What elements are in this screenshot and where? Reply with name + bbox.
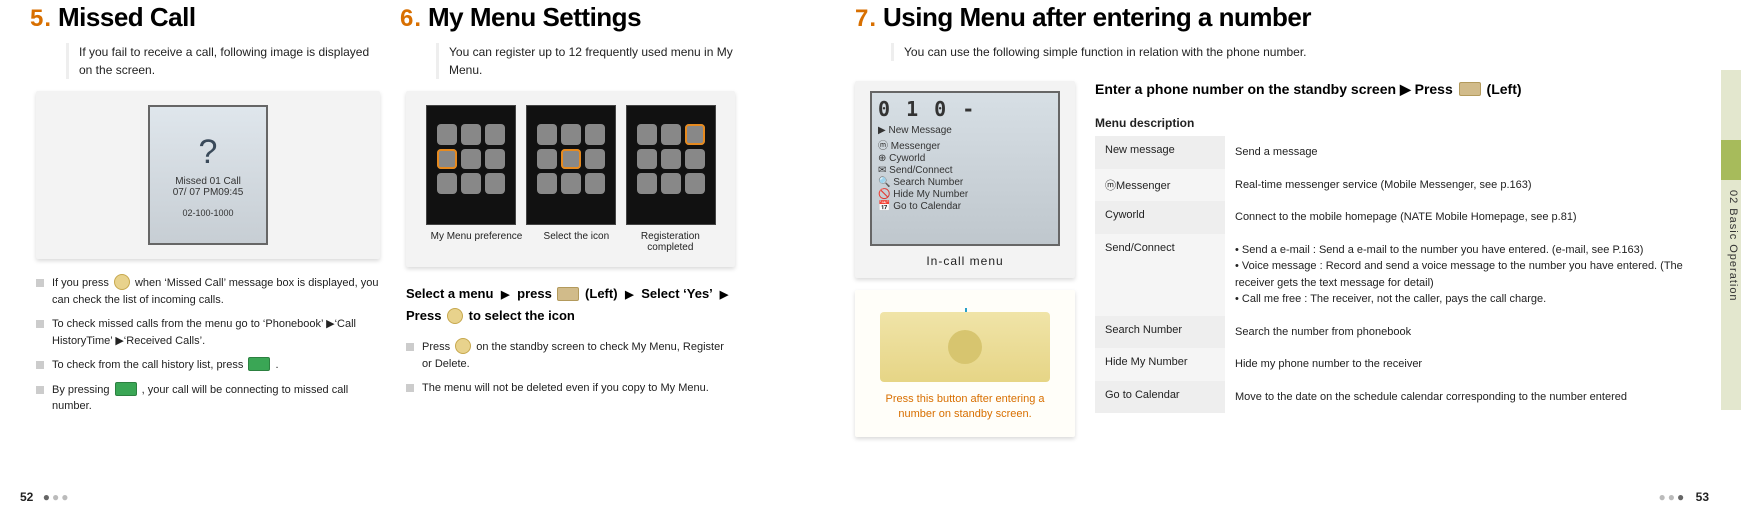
section7-number: 7. — [855, 5, 877, 32]
my-menu-screenshot: My Menu preference Select the icon Regis… — [406, 91, 735, 267]
table-row: Send/Connect Send a e-mail : Send a e-ma… — [1095, 234, 1705, 316]
call-button-icon — [248, 357, 270, 371]
menu-description-table: New messageSend a message ⓜMessengerReal… — [1095, 136, 1705, 413]
ok-button-icon — [455, 338, 471, 354]
section5-title: 5.Missed Call — [30, 2, 380, 33]
section5-number: 5. — [30, 5, 52, 32]
missed-call-line2: 07/ 07 PM09:45 — [173, 187, 244, 198]
page-number-right: ●●● 53 — [1655, 490, 1709, 504]
phone-captions: My Menu preference Select the icon Regis… — [420, 231, 721, 253]
bullet-icon — [36, 279, 44, 287]
section-missed-call: 5.Missed Call If you fail to receive a c… — [20, 0, 390, 510]
key-guide-caption: Press this button after entering a numbe… — [867, 392, 1063, 423]
bullet-icon — [36, 361, 44, 369]
section6-bullets: Press on the standby screen to check My … — [406, 339, 735, 397]
bullet-icon — [36, 320, 44, 328]
chapter-tab: 02 Basic Operation — [1721, 70, 1741, 410]
phone-screen-select-icon — [526, 105, 616, 225]
section5-subhead: If you fail to receive a call, following… — [66, 43, 380, 79]
table-row: New messageSend a message — [1095, 136, 1705, 169]
bullet-icon — [406, 384, 414, 392]
section6-number: 6. — [400, 5, 422, 32]
chapter-tab-label: 02 Basic Operation — [1723, 190, 1739, 302]
device-keypad-icon — [880, 312, 1050, 382]
enter-number-instruction: Enter a phone number on the standby scre… — [1095, 81, 1705, 98]
table-row: CyworldConnect to the mobile homepage (N… — [1095, 201, 1705, 234]
incall-phone-screen: 0 1 0 - ▶ New Message ⓜ Messenger ⊕ Cywo… — [870, 91, 1060, 246]
section-using-menu: 7.Using Menu after entering a number You… — [745, 0, 1715, 510]
call-button-icon — [115, 382, 137, 396]
phone-screens-row — [420, 105, 721, 225]
table-row: Hide My NumberHide my phone number to th… — [1095, 348, 1705, 381]
phone-screen-completed — [626, 105, 716, 225]
section5-bullets: If you press when ‘Missed Call’ message … — [36, 275, 380, 415]
section6-title: 6.My Menu Settings — [400, 2, 735, 33]
table-row: Go to CalendarMove to the date on the sc… — [1095, 381, 1705, 414]
key-guide-box: Press this button after entering a numbe… — [855, 290, 1075, 437]
bullet-icon — [36, 386, 44, 394]
table-row: Search NumberSearch the number from phon… — [1095, 316, 1705, 349]
page-number-left: 52 ●●● — [20, 490, 74, 504]
soft-key-icon — [557, 287, 579, 301]
missed-call-line3: 02-100-1000 — [182, 208, 233, 218]
section6-subhead: You can register up to 12 frequently use… — [436, 43, 735, 79]
missed-call-screenshot: ? Missed 01 Call 07/ 07 PM09:45 02-100-1… — [36, 91, 380, 259]
table-row: ⓜMessengerReal-time messenger service (M… — [1095, 169, 1705, 202]
incall-menu-screenshot: 0 1 0 - ▶ New Message ⓜ Messenger ⊕ Cywo… — [855, 81, 1075, 278]
ok-button-icon — [447, 308, 463, 324]
chapter-tab-accent — [1721, 140, 1741, 180]
bullet-icon — [406, 343, 414, 351]
section7-left-column: 0 1 0 - ▶ New Message ⓜ Messenger ⊕ Cywo… — [855, 81, 1075, 437]
section-my-menu-settings: 6.My Menu Settings You can register up t… — [390, 0, 745, 510]
section7-right-column: Enter a phone number on the standby scre… — [1095, 81, 1705, 437]
section7-title: 7.Using Menu after entering a number — [855, 2, 1705, 33]
missed-call-phone-screen: ? Missed 01 Call 07/ 07 PM09:45 02-100-1… — [148, 105, 268, 245]
section7-subhead: You can use the following simple functio… — [891, 43, 1705, 61]
phone-screen-preference — [426, 105, 516, 225]
section6-instruction: Select a menu ▶ press (Left) ▶ Select ‘Y… — [406, 283, 735, 327]
missed-call-line1: Missed 01 Call — [175, 176, 241, 187]
soft-key-icon — [1459, 82, 1481, 96]
question-icon: ? — [199, 133, 218, 172]
menu-description-label: Menu description — [1095, 116, 1705, 130]
ok-button-icon — [114, 274, 130, 290]
send-connect-cell: Send a e-mail : Send a e-mail to the num… — [1225, 234, 1705, 316]
incall-caption: In-call menu — [865, 254, 1065, 268]
